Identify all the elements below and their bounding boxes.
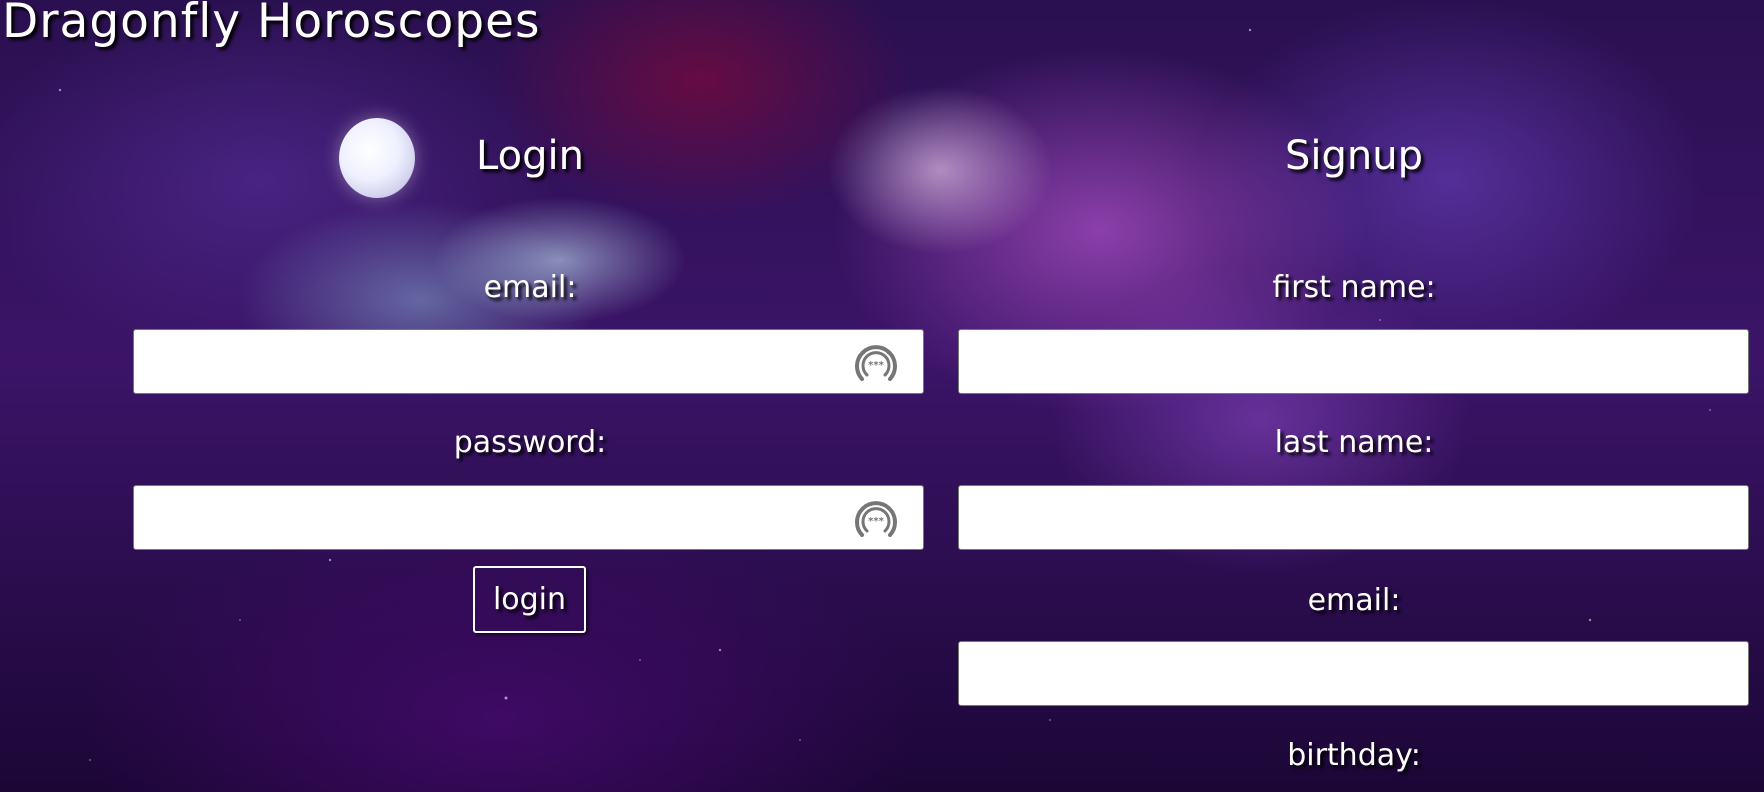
signup-first-name-label: first name:	[1272, 270, 1436, 305]
signup-email-input[interactable]	[958, 641, 1749, 706]
site-title: Dragonfly Horoscopes	[2, 0, 541, 49]
svg-text:***: ***	[868, 516, 884, 527]
signup-birthday-label: birthday:	[1287, 738, 1421, 773]
signup-last-name-label: last name:	[1274, 425, 1434, 460]
signup-heading: Signup	[1285, 133, 1423, 179]
signup-email-label: email:	[1307, 583, 1401, 618]
password-manager-icon[interactable]: ***	[853, 341, 899, 387]
login-password-label: password:	[453, 425, 607, 460]
password-manager-icon[interactable]: ***	[853, 497, 899, 543]
login-email-input[interactable]	[133, 329, 924, 394]
login-button[interactable]: login	[473, 566, 586, 633]
svg-text:***: ***	[868, 360, 884, 371]
signup-last-name-input[interactable]	[958, 485, 1749, 550]
login-email-label: email:	[483, 270, 577, 305]
login-heading: Login	[476, 133, 584, 179]
login-password-input[interactable]	[133, 485, 924, 550]
signup-first-name-input[interactable]	[958, 329, 1749, 394]
